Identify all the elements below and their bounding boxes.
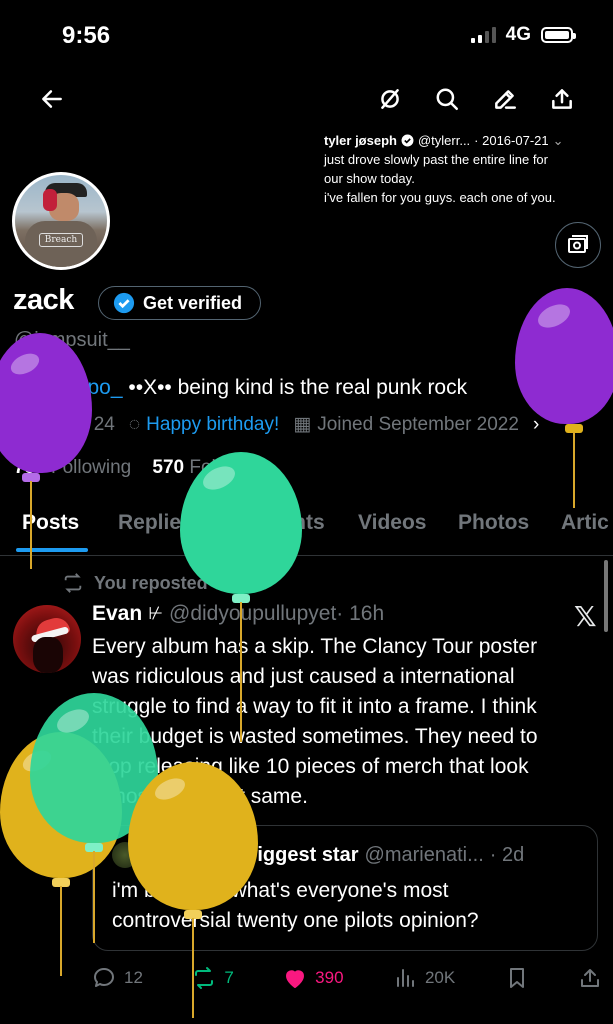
tab-photos[interactable]: Photos	[458, 511, 529, 535]
header-tweet-date: · 2016-07-21	[474, 133, 549, 148]
share-button[interactable]	[542, 79, 582, 119]
header-tweet-handle: @tylerr...	[417, 133, 471, 148]
header-tweet-author: tyler jøseph	[324, 133, 397, 148]
grok-button[interactable]	[370, 79, 410, 119]
grok-icon	[381, 89, 399, 109]
post-actions: 12 7 390 20K	[92, 966, 602, 990]
balloon-icon: ◌	[128, 413, 141, 435]
chevron-right-icon[interactable]: ›	[533, 414, 539, 436]
repost-button[interactable]: 7	[192, 966, 234, 990]
header-tweet: tyler jøseph @tylerr... · 2016-07-21 ⌄ j…	[324, 131, 594, 207]
reply-button[interactable]: 12	[92, 966, 143, 990]
search-button[interactable]	[427, 79, 467, 119]
views-button[interactable]: 20K	[393, 966, 455, 990]
media-button[interactable]	[555, 222, 601, 268]
birthday-label: Happy birthday!	[146, 413, 280, 435]
header-tweet-line: our show today.	[324, 171, 415, 186]
get-verified-button[interactable]: Get verified	[98, 286, 262, 320]
share-icon	[580, 969, 599, 987]
profile-avatar[interactable]: Breach	[12, 172, 110, 270]
bookmark-icon	[509, 968, 524, 988]
x-logo-icon: 𝕏	[574, 601, 597, 632]
display-name: zack	[13, 284, 74, 316]
status-time: 9:56	[62, 22, 111, 49]
photo-stack-icon	[568, 235, 588, 253]
edit-button[interactable]	[485, 79, 525, 119]
status-indicators: 4G	[470, 24, 576, 46]
battery-icon	[541, 27, 576, 43]
post-author-name[interactable]: Evan	[92, 602, 142, 626]
back-button[interactable]	[32, 79, 72, 119]
post-time: · 16h	[336, 602, 385, 625]
network-label: 4G	[505, 24, 531, 45]
verified-badge-icon	[113, 292, 135, 314]
verified-badge-icon	[401, 134, 414, 147]
header-tweet-line: i've fallen for you guys. each one of yo…	[324, 190, 556, 205]
post-author-tag: ⊬	[148, 604, 164, 623]
bookmark-button[interactable]	[505, 966, 529, 990]
get-verified-label: Get verified	[143, 292, 243, 313]
tab-videos[interactable]: Videos	[358, 511, 426, 535]
back-arrow-icon	[42, 90, 62, 108]
calendar-icon: ▦	[293, 414, 312, 435]
share-icon	[552, 89, 572, 109]
signal-icon	[470, 27, 496, 43]
heart-icon	[286, 970, 305, 988]
post-author-avatar[interactable]	[13, 605, 81, 673]
search-icon	[436, 88, 458, 110]
views-chart-icon	[396, 969, 414, 987]
reply-icon	[94, 968, 114, 987]
pencil-icon	[495, 90, 516, 109]
repost-icon	[195, 967, 214, 989]
chevron-down-icon: ⌄	[552, 133, 564, 148]
tab-indicator	[16, 548, 88, 552]
post-header: Evan ⊬ @didyoupullupyet · 16h	[92, 602, 384, 626]
profile-meta: ⌾he/him 24 ◌Happy birthday! ▦Joined Sept…	[14, 413, 539, 436]
tab-articles[interactable]: Artic	[561, 511, 609, 535]
share-post-button[interactable]	[578, 966, 602, 990]
joined-date: Joined September 2022	[317, 413, 519, 435]
header-tweet-line: just drove slowly past the entire line f…	[324, 152, 548, 167]
scrollbar[interactable]	[604, 560, 608, 632]
quote-author-handle: @marienati...	[364, 843, 484, 866]
repost-label: You reposted	[62, 572, 208, 594]
profile-tabs: Posts Replies Highlights Videos Photos A…	[0, 505, 613, 556]
like-button[interactable]: 390	[283, 966, 344, 990]
repost-icon	[64, 573, 82, 593]
bio-text: ••X•• being kind is the real punk rock	[122, 376, 468, 399]
post-author-handle[interactable]: @didyoupullupyet	[169, 602, 336, 626]
quote-time: · 2d	[489, 843, 525, 866]
